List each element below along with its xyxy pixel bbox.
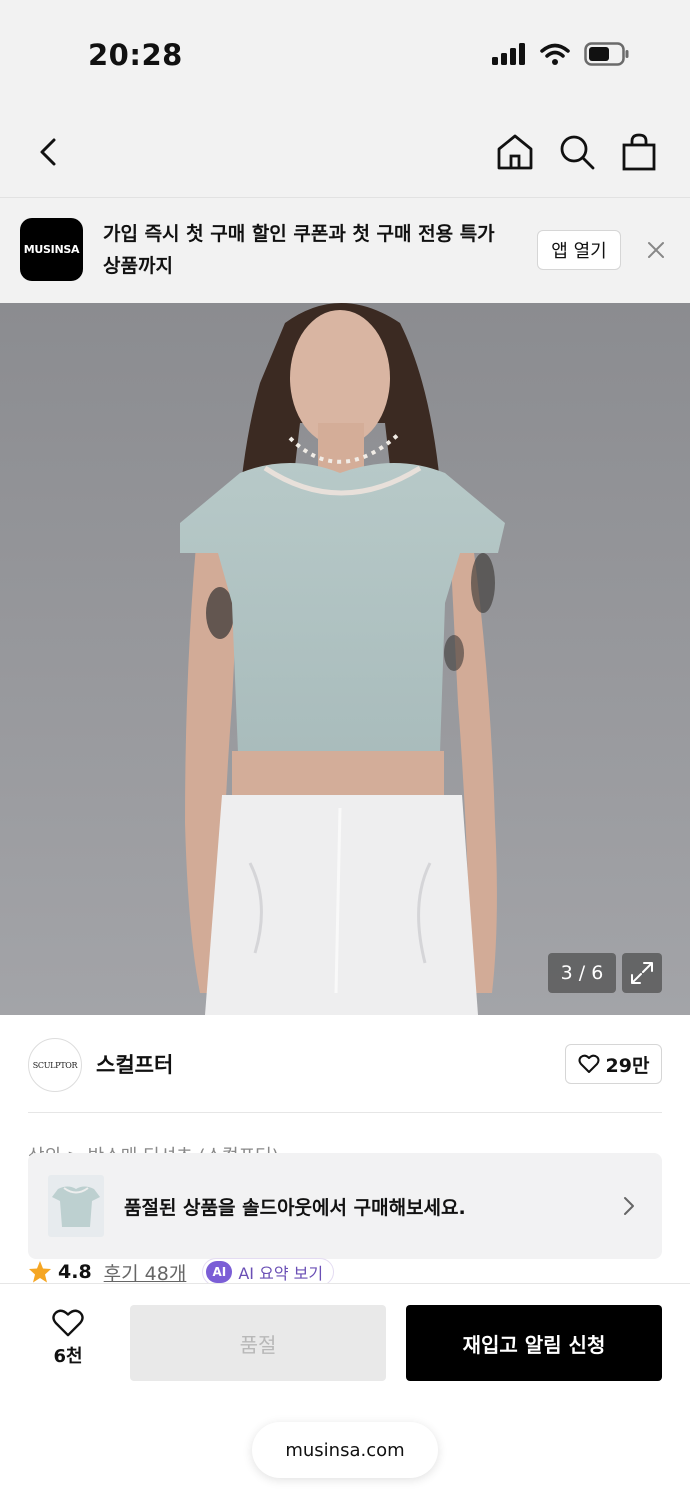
brand-like-count: 29만: [605, 1054, 650, 1077]
back-button[interactable]: [30, 132, 70, 172]
divider: [28, 1112, 662, 1113]
battery-icon: [584, 42, 629, 66]
soldout-thumbnail: [48, 1175, 104, 1237]
expand-icon: [631, 962, 653, 984]
status-time: 20:28: [88, 38, 183, 72]
chevron-left-icon: [40, 138, 56, 166]
bottom-action-bar: 6천 품절 재입고 알림 신청 musinsa.com: [0, 1283, 690, 1500]
close-icon: [648, 242, 664, 258]
wish-count: 6천: [53, 1346, 83, 1367]
brand-like-button[interactable]: 29만: [565, 1044, 662, 1084]
rating-row: 4.8 후기 48개 AI AI 요약 보기: [28, 1258, 335, 1286]
cart-button[interactable]: [618, 128, 660, 176]
status-icons: [492, 42, 630, 66]
musinsa-logo: MUSINSA: [20, 218, 83, 281]
promo-message: 가입 즉시 첫 구매 할인 쿠폰과 첫 구매 전용 특가 상품까지: [103, 223, 495, 277]
image-counter: 3 / 6: [548, 953, 616, 993]
review-link[interactable]: 후기 48개: [104, 1259, 187, 1286]
shopping-bag-icon: [622, 133, 656, 171]
chevron-right-icon: [624, 1197, 634, 1215]
ai-summary-label: AI 요약 보기: [238, 1264, 324, 1283]
home-icon: [497, 134, 533, 170]
ai-badge: AI: [206, 1261, 233, 1283]
wish-button[interactable]: 6천: [40, 1308, 96, 1368]
heart-icon: [52, 1309, 84, 1337]
brand-logo[interactable]: SCULPTOR: [28, 1038, 82, 1092]
rating-value: 4.8: [58, 1261, 92, 1283]
cellular-signal-icon: [492, 43, 525, 65]
status-bar: 20:28: [0, 0, 690, 110]
brand-name[interactable]: 스컬프터: [96, 1049, 173, 1079]
nav-bar: [0, 110, 690, 198]
nav-actions: [494, 128, 660, 176]
product-photo: [0, 303, 690, 1015]
restock-alert-button[interactable]: 재입고 알림 신청: [406, 1305, 662, 1381]
soldout-message: 품절된 상품을 솔드아웃에서 구매해보세요.: [124, 1197, 466, 1219]
search-icon: [560, 135, 595, 170]
product-thumbnail-icon: [52, 1186, 100, 1227]
wifi-icon: [540, 43, 570, 65]
heart-icon: [578, 1054, 600, 1073]
search-button[interactable]: [556, 128, 598, 176]
soldout-link-card[interactable]: 품절된 상품을 솔드아웃에서 구매해보세요.: [28, 1153, 662, 1259]
ai-summary-button[interactable]: AI AI 요약 보기: [202, 1258, 335, 1286]
app-promo-banner: MUSINSA 가입 즉시 첫 구매 할인 쿠폰과 첫 구매 전용 특가 상품까…: [0, 198, 690, 303]
close-banner-button[interactable]: [644, 238, 668, 262]
brand-row: SCULPTOR 스컬프터 29만: [0, 1015, 690, 1113]
open-app-button[interactable]: 앱 열기: [537, 230, 621, 270]
expand-image-button[interactable]: [622, 953, 662, 993]
product-image[interactable]: [0, 303, 690, 1015]
soldout-button: 품절: [130, 1305, 386, 1381]
url-bar[interactable]: musinsa.com: [252, 1422, 438, 1478]
home-button[interactable]: [494, 128, 536, 176]
star-icon: [29, 1261, 51, 1283]
